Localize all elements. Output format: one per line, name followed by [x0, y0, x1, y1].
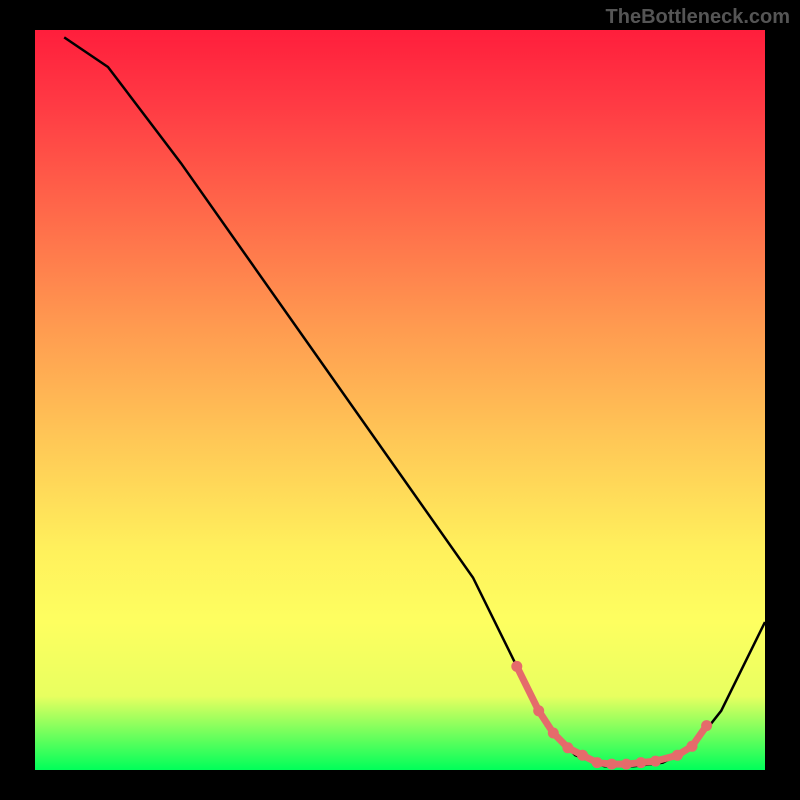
chart-svg [35, 30, 765, 770]
highlight-dot [635, 757, 646, 768]
chart-plot-area [35, 30, 765, 770]
highlight-dot [511, 661, 522, 672]
highlight-dot [533, 705, 544, 716]
curve-line [64, 37, 765, 766]
highlight-dot [672, 750, 683, 761]
highlight-dot [562, 742, 573, 753]
highlight-dot [687, 741, 698, 752]
highlight-stroke [517, 666, 707, 764]
highlight-dot [592, 757, 603, 768]
highlight-markers [511, 661, 712, 770]
watermark-text: TheBottleneck.com [606, 6, 790, 29]
highlight-dot [621, 759, 632, 770]
highlight-dot [548, 728, 559, 739]
highlight-dot [701, 720, 712, 731]
highlight-dot [577, 750, 588, 761]
highlight-dot [606, 759, 617, 770]
highlight-dot [650, 756, 661, 767]
